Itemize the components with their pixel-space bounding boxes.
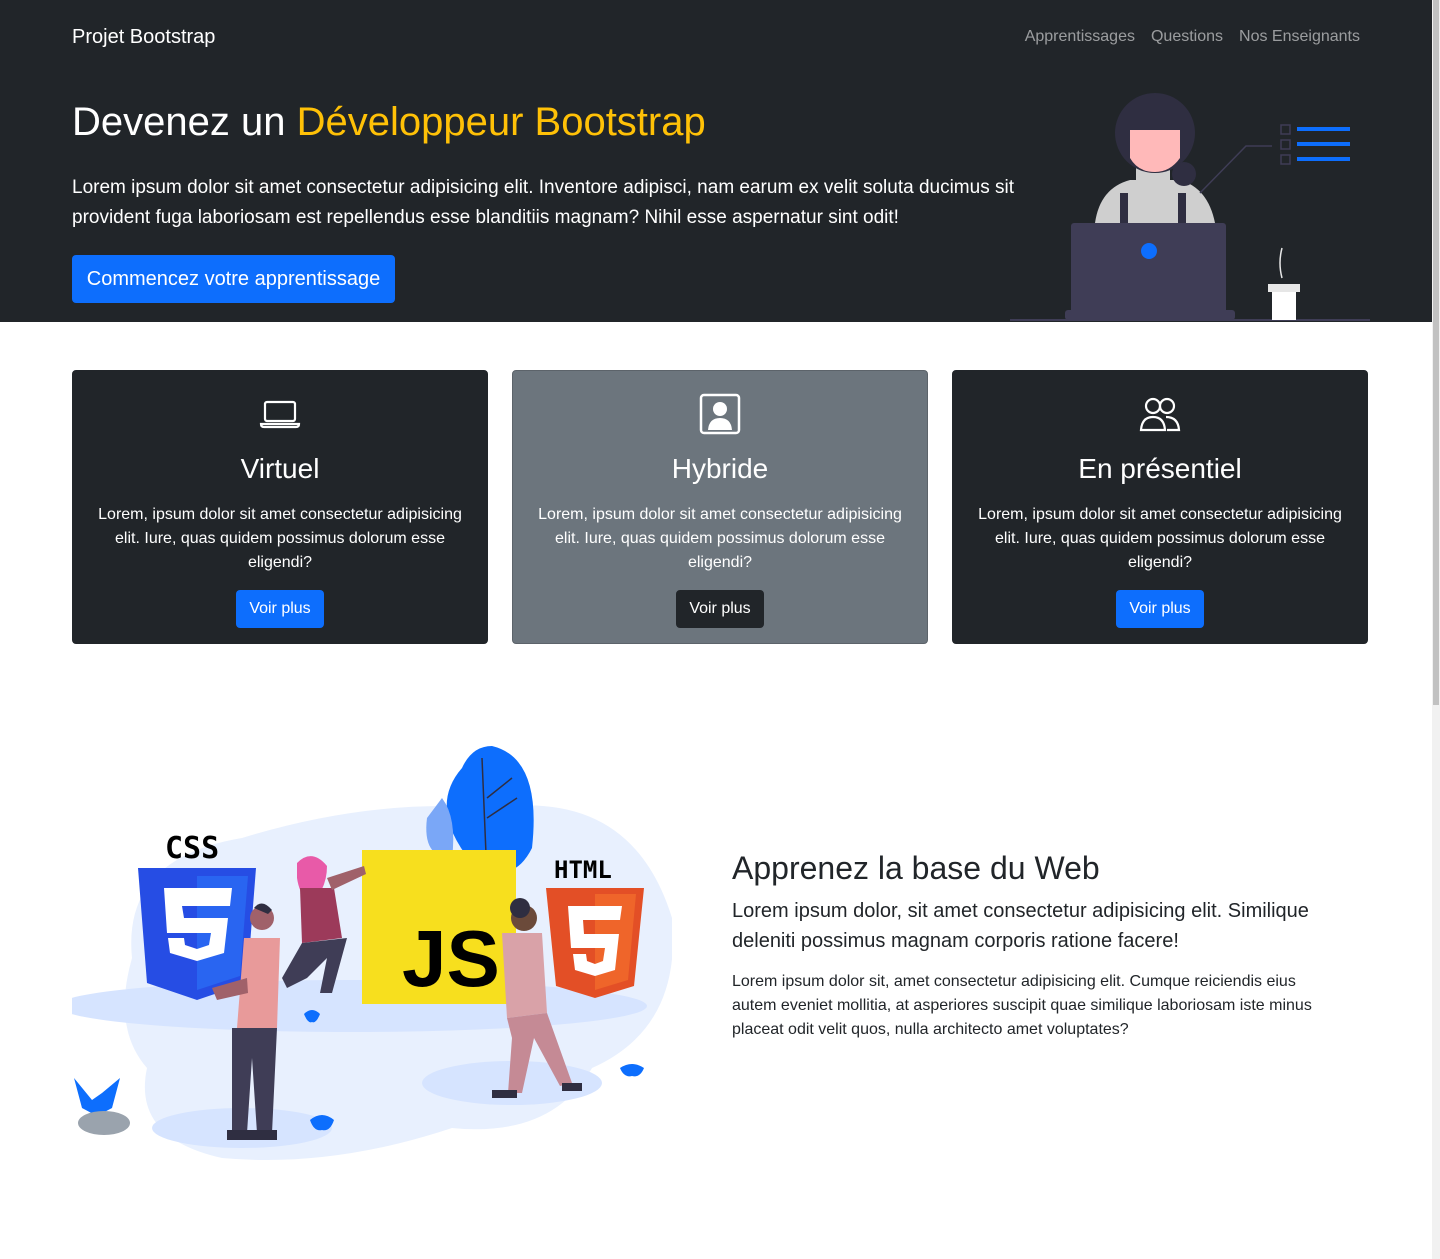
web-technologies-illustration: CSS JS HTML [72,746,672,1160]
hero-lead: Lorem ipsum dolor sit amet consectetur a… [72,177,1014,228]
card-text: Lorem, ipsum dolor sit amet consectetur … [98,506,462,571]
developer-illustration [1010,93,1370,321]
web-section-lead: Lorem ipsum dolor, sit amet consectetur … [732,900,1309,952]
scrollbar-thumb[interactable] [1433,0,1439,705]
hero-section: Projet Bootstrap Apprentissages Question… [0,0,1432,322]
web-section-text: Lorem ipsum dolor sit, amet consectetur … [732,973,1312,1038]
card-title: Virtuel [240,453,320,484]
card-hybride: Hybride Lorem, ipsum dolor sit amet cons… [512,370,928,644]
nav-link-apprentissages[interactable]: Apprentissages [1025,28,1135,46]
card-title: En présentiel [1078,453,1242,484]
navbar-brand[interactable]: Projet Bootstrap [72,26,215,49]
css-label: CSS [165,831,219,866]
nav-link-enseignants[interactable]: Nos Enseignants [1239,28,1360,46]
card-text: Lorem, ipsum dolor sit amet consectetur … [538,506,902,571]
voir-plus-button[interactable]: Voir plus [1116,590,1204,628]
card-virtuel: Virtuel Lorem, ipsum dolor sit amet cons… [72,370,488,644]
card-title: Hybride [671,453,769,484]
start-learning-button[interactable]: Commencez votre apprentissage [72,255,395,303]
voir-plus-button[interactable]: Voir plus [676,590,764,628]
people-icon [1139,397,1181,432]
navbar-links: Apprentissages Questions Nos Enseignants [1025,28,1360,46]
hero-title: Devenez un Développeur Bootstrap [72,100,706,145]
voir-plus-button[interactable]: Voir plus [236,590,324,628]
js-label: JS [402,914,500,1003]
laptop-icon [259,400,301,429]
card-text: Lorem, ipsum dolor sit amet consectetur … [978,506,1342,571]
nav-link-questions[interactable]: Questions [1151,28,1223,46]
hero-title-accent: Développeur Bootstrap [296,100,706,144]
hero-title-prefix: Devenez un [72,100,297,144]
person-badge-icon [699,393,741,435]
page-scrollbar[interactable] [1432,0,1440,1259]
html-label: HTML [554,856,612,884]
card-presentiel: En présentiel Lorem, ipsum dolor sit ame… [952,370,1368,644]
web-section-title: Apprenez la base du Web [732,850,1100,886]
